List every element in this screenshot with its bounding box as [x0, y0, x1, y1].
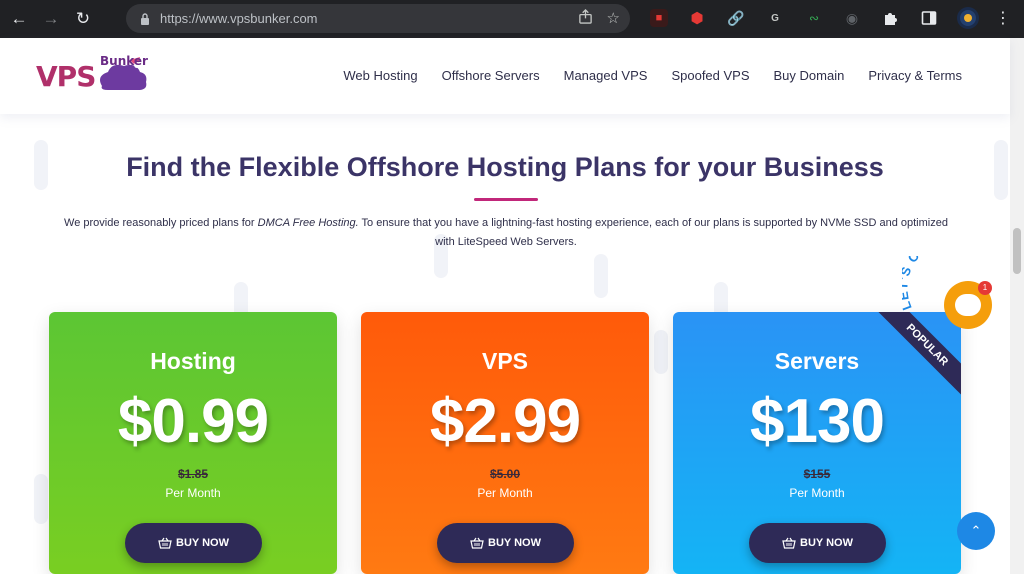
share-icon[interactable]	[578, 9, 593, 28]
chevron-up-icon: ⌃	[970, 523, 982, 538]
plan-old-price: $1.85	[177, 467, 209, 481]
nav-managed-vps[interactable]: Managed VPS	[564, 68, 648, 83]
buy-now-label: BUY NOW	[176, 537, 229, 549]
logo-bunker-text: Bunker	[100, 54, 148, 68]
reload-icon[interactable]: ↻	[70, 6, 96, 32]
browser-toolbar: ← → ↻ https://www.vpsbunker.com ☆ ■ ⬢ 🔗 …	[0, 0, 1024, 38]
title-underline	[474, 198, 538, 201]
decorative-bar	[34, 474, 48, 524]
kebab-menu-icon[interactable]: ⋮	[994, 9, 1012, 27]
intro-text-emphasis: DMCA Free Hosting.	[257, 217, 359, 229]
red-extension-icon[interactable]: ■	[650, 9, 668, 27]
plan-price: $2.99	[429, 387, 581, 456]
plan-card-hosting: Hosting $0.99 $1.85 Per Month BUY NOW	[49, 312, 337, 574]
lock-icon[interactable]	[138, 12, 152, 26]
plan-name: VPS	[481, 348, 529, 374]
plan-period: Per Month	[477, 486, 533, 500]
green-extension-icon[interactable]: ∾	[805, 9, 823, 27]
buy-now-label: BUY NOW	[800, 537, 853, 549]
chat-icon	[955, 294, 981, 316]
chat-unread-badge: 1	[978, 281, 992, 295]
red-shield-extension-icon[interactable]: ⬢	[688, 9, 706, 27]
back-to-top-button[interactable]: ⌃	[957, 512, 995, 550]
buy-now-label: BUY NOW	[488, 537, 541, 549]
nav-buy-domain[interactable]: Buy Domain	[774, 68, 845, 83]
basket-icon	[782, 537, 796, 549]
profile-avatar-icon[interactable]	[957, 7, 979, 29]
nav-web-hosting[interactable]: Web Hosting	[343, 68, 417, 83]
gray-extension-icon[interactable]: G	[766, 9, 784, 27]
back-arrow-icon[interactable]: ←	[6, 6, 32, 32]
nav-offshore-servers[interactable]: Offshore Servers	[442, 68, 540, 83]
address-bar[interactable]: https://www.vpsbunker.com ☆	[126, 4, 630, 33]
link-extension-icon[interactable]: 🔗	[727, 9, 745, 27]
nav-spoofed-vps[interactable]: Spoofed VPS	[671, 68, 749, 83]
logo-vps-text: VPS	[36, 60, 96, 93]
plan-period: Per Month	[789, 486, 845, 500]
decorative-bar	[594, 254, 608, 298]
plan-name: Servers	[774, 348, 860, 374]
page-title: Find the Flexible Offshore Hosting Plans…	[126, 152, 884, 182]
bookmark-star-icon[interactable]: ☆	[607, 9, 620, 28]
sidepanel-icon[interactable]	[920, 9, 938, 27]
basket-icon	[158, 537, 172, 549]
plan-price: $0.99	[117, 387, 269, 456]
plan-card-vps: VPS $2.99 $5.00 Per Month BUY NOW	[361, 312, 649, 574]
plan-old-price: $5.00	[489, 467, 521, 481]
vpsbunker-logo[interactable]: VPS Bunker	[36, 54, 166, 100]
decorative-bar	[654, 330, 668, 374]
pricing-section: Find the Flexible Offshore Hosting Plans…	[0, 114, 1010, 574]
forward-arrow-icon[interactable]: →	[38, 6, 64, 32]
intro-text-part: We provide reasonably priced plans for	[64, 217, 258, 229]
intro-text: We provide reasonably priced plans for D…	[56, 214, 956, 252]
basket-icon	[470, 537, 484, 549]
buy-now-button[interactable]: BUY NOW	[749, 523, 886, 563]
scrollbar-thumb[interactable]	[1013, 228, 1021, 274]
page-scrollbar[interactable]	[1010, 38, 1024, 574]
intro-text-part: To ensure that you have a lightning-fast…	[358, 217, 948, 248]
url-text: https://www.vpsbunker.com	[160, 11, 318, 26]
plan-period: Per Month	[165, 486, 221, 500]
dark-extension-icon[interactable]: ◉	[843, 9, 861, 27]
puzzle-icon[interactable]	[881, 9, 899, 27]
buy-now-button[interactable]: BUY NOW	[437, 523, 574, 563]
plan-price: $130	[750, 387, 885, 456]
nav-privacy-terms[interactable]: Privacy & Terms	[868, 68, 962, 83]
plan-old-price: $155	[803, 467, 831, 481]
main-nav: Web Hosting Offshore Servers Managed VPS…	[343, 68, 962, 83]
plan-name: Hosting	[150, 348, 236, 374]
site-header: VPS Bunker Web Hosting Offshore Servers …	[0, 38, 1010, 114]
buy-now-button[interactable]: BUY NOW	[125, 523, 262, 563]
plan-card-servers: POPULAR Servers $130 $155 Per Month BUY …	[673, 312, 961, 574]
